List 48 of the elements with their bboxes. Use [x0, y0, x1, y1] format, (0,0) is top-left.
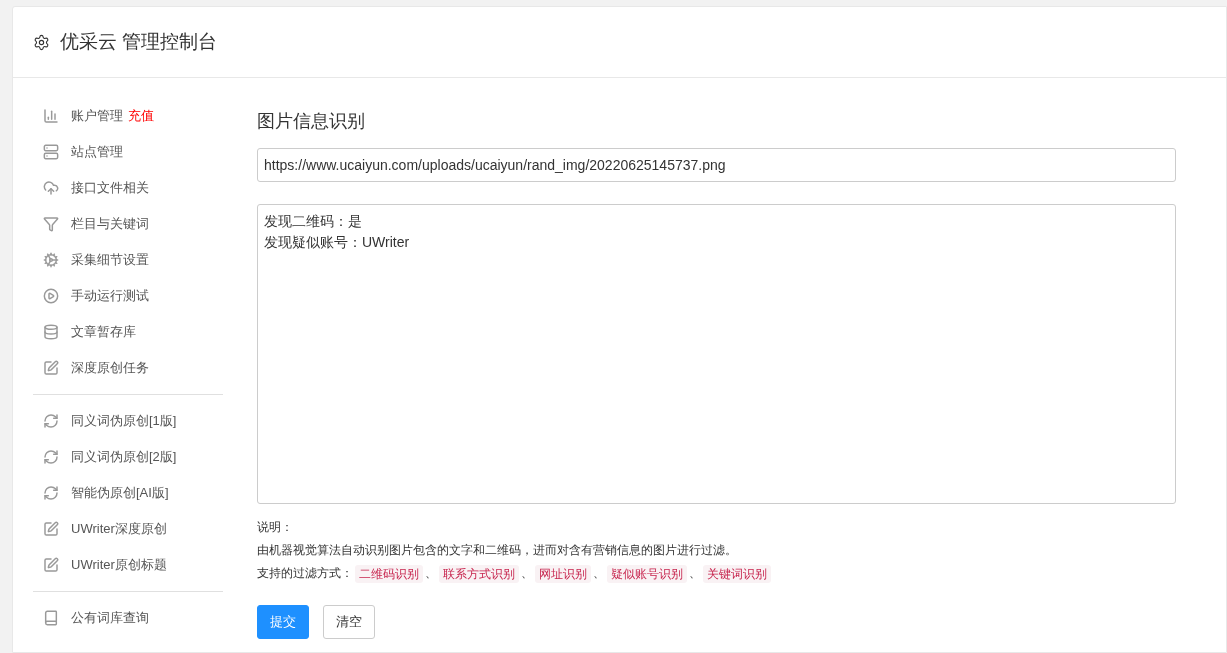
sidebar-item[interactable]: UWriter深度原创 [33, 511, 223, 547]
filter-tag: 联系方式识别 [439, 564, 519, 583]
filter-tag: 疑似账号识别 [607, 564, 687, 583]
result-line: 发现疑似账号：UWriter [264, 233, 411, 252]
edit-icon [43, 360, 59, 376]
sidebar-item[interactable]: 公有词库查询 [33, 600, 223, 636]
sidebar-item[interactable]: UWriter原创标题 [33, 547, 223, 583]
console-title: 优采云 管理控制台 [60, 29, 218, 54]
settings-icon [33, 33, 50, 51]
play-icon [43, 288, 59, 304]
separator: 、 [593, 565, 605, 582]
sidebar-item[interactable]: 同义词伪原创[2版] [33, 439, 223, 475]
cloud-upload-icon [43, 180, 59, 196]
sidebar-item[interactable]: 手动运行测试 [33, 278, 223, 314]
sidebar-item[interactable]: 深度原创任务 [33, 350, 223, 386]
filters-label: 支持的过滤方式： [257, 565, 353, 582]
refresh-icon [43, 449, 59, 465]
url-field[interactable]: https://www.ucaiyun.com/uploads/ucaiyun/rand_img/20220625145737.png [257, 148, 1176, 182]
sidebar-item[interactable]: 文章暂存库 [33, 314, 223, 350]
separator: 、 [689, 565, 701, 582]
separator: 、 [521, 565, 533, 582]
filter-tag: 关键词识别 [703, 564, 771, 583]
bar-chart-icon [43, 108, 59, 124]
note-label: 说明： [257, 519, 294, 536]
refresh-icon [43, 485, 59, 501]
sidebar-item[interactable]: 站点管理 [33, 134, 223, 170]
server-icon [43, 144, 59, 160]
result-box[interactable]: 发现二维码：是 发现疑似账号：UWriter [257, 204, 1176, 504]
sidebar-item[interactable]: 智能伪原创[AI版] [33, 475, 223, 511]
section-title: 图片信息识别 [257, 110, 366, 133]
book-icon [43, 610, 59, 626]
separator: 、 [425, 565, 437, 582]
filter-icon [43, 216, 59, 232]
sidebar-item[interactable]: 采集细节设置 [33, 242, 223, 278]
filter-tag: 二维码识别 [355, 564, 423, 583]
database-icon [43, 324, 59, 340]
sidebar-item[interactable]: 栏目与关键词 [33, 206, 223, 242]
note-text: 由机器视觉算法自动识别图片包含的文字和二维码，进而对含有营销信息的图片进行过滤。 [257, 542, 738, 559]
sidebar-item[interactable]: 同义词伪原创[1版] [33, 403, 223, 439]
sidebar-item[interactable]: 接口文件相关 [33, 170, 223, 206]
sidebar-item[interactable]: 账户管理 充值 [33, 98, 223, 134]
result-line: 发现二维码：是 [264, 212, 363, 231]
filter-tag: 网址识别 [535, 564, 591, 583]
edit-icon [43, 557, 59, 573]
edit-icon [43, 521, 59, 537]
gears-icon [43, 252, 59, 268]
clear-button[interactable]: 清空 [323, 605, 375, 639]
refresh-icon [43, 413, 59, 429]
